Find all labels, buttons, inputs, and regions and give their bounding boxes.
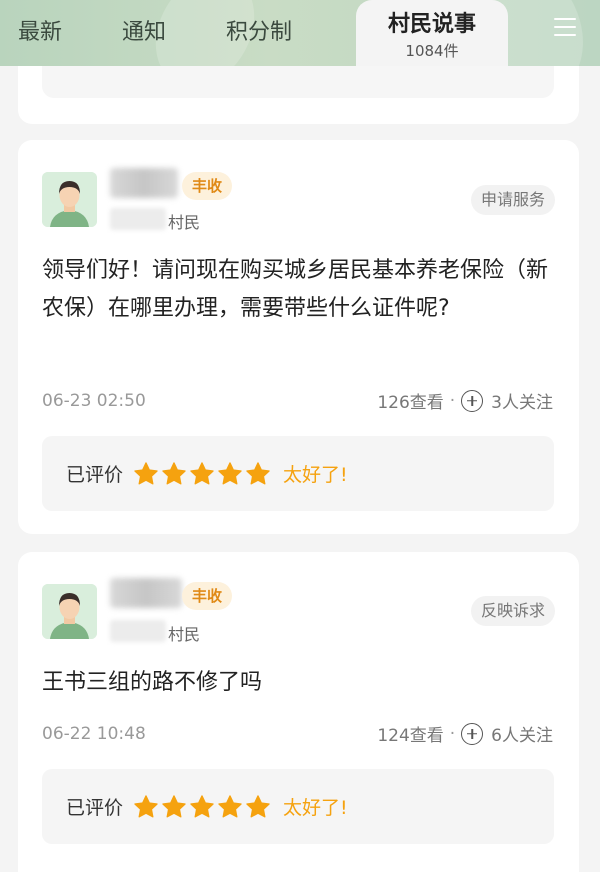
follow-count[interactable]: 6人关注: [491, 721, 553, 746]
rating-text: 太好了!: [283, 797, 348, 819]
rating-box: 已评价 太好了!: [42, 769, 554, 844]
star-icon: [218, 794, 242, 818]
avatar: [42, 172, 97, 227]
tab-villager-talk[interactable]: 村民说事 1084件: [356, 0, 508, 66]
user-avatar-icon: [42, 584, 97, 639]
star-icon: [162, 794, 186, 818]
user-id-blurred: [110, 620, 166, 642]
rating-label: 已评价: [66, 797, 124, 819]
post-content[interactable]: 王书三组的路不修了吗: [42, 664, 554, 702]
star-icon: [246, 461, 270, 485]
follow-count[interactable]: 3人关注: [491, 388, 553, 413]
star-icon: [218, 461, 242, 485]
star-icon: [162, 461, 186, 485]
tab-points[interactable]: 积分制: [226, 14, 292, 46]
view-count: 124查看: [377, 726, 444, 746]
post-content[interactable]: 领导们好！请问现在购买城乡居民基本养老保险（新农保）在哪里办理，需要带些什么证件…: [42, 252, 554, 328]
status-badge: 丰收: [182, 582, 233, 610]
user-name-blurred: [110, 168, 178, 198]
post-card[interactable]: 丰收 村民 申请服务 领导们好！请问现在购买城乡居民基本养老保险（新农保）在哪里…: [18, 140, 579, 534]
star-icon: [190, 461, 214, 485]
tab-villager-talk-count: 1084件: [405, 42, 459, 60]
rating-stars: [133, 461, 273, 487]
post-stats: 124查看 · 6人关注: [377, 721, 553, 746]
user-name-blurred: [110, 578, 182, 608]
follow-plus-icon[interactable]: [461, 389, 484, 412]
user-role: 村民: [168, 213, 201, 232]
star-icon: [246, 794, 270, 818]
rating-label: 已评价: [66, 464, 124, 486]
tab-villager-talk-label: 村民说事: [387, 12, 476, 37]
tab-notice[interactable]: 通知: [122, 14, 166, 46]
tab-latest[interactable]: 最新: [18, 14, 62, 46]
previous-post-rating-box: [42, 66, 554, 98]
user-avatar-icon: [42, 172, 97, 227]
view-count: 126查看: [377, 393, 444, 413]
user-role: 村民: [168, 625, 201, 644]
star-icon: [134, 461, 158, 485]
post-time: 06-23 02:50: [42, 391, 146, 411]
rating-box: 已评价 太好了!: [42, 436, 554, 511]
top-tab-bar: 最新 通知 积分制 村民说事 1084件: [0, 0, 600, 66]
star-icon: [134, 794, 158, 818]
status-badge: 丰收: [182, 172, 233, 200]
menu-icon[interactable]: [554, 18, 576, 38]
star-icon: [190, 794, 214, 818]
rating-stars: [133, 794, 273, 820]
category-tag[interactable]: 申请服务: [470, 185, 555, 215]
follow-plus-icon[interactable]: [461, 722, 484, 745]
avatar: [42, 584, 97, 639]
separator-dot: ·: [449, 390, 456, 411]
post-card[interactable]: 丰收 村民 反映诉求 王书三组的路不修了吗 06-22 10:48 124查看 …: [18, 552, 579, 872]
post-stats: 126查看 · 3人关注: [377, 388, 553, 413]
user-id-blurred: [110, 208, 166, 230]
category-tag[interactable]: 反映诉求: [470, 596, 555, 626]
previous-post-card[interactable]: [18, 66, 579, 124]
separator-dot: ·: [449, 723, 456, 744]
post-time: 06-22 10:48: [42, 724, 146, 744]
rating-text: 太好了!: [283, 464, 348, 486]
